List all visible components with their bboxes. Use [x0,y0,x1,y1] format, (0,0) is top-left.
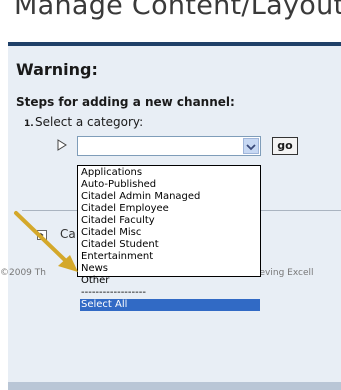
dropdown-option-citadel-student[interactable]: Citadel Student [80,239,260,251]
panel-bottom-edge [8,382,341,390]
footer-copyright: ©2009 Th [0,268,46,278]
chevron-down-icon [246,144,256,151]
screenshot-frame: Manage Content/Layout Warning: Steps for… [0,0,341,390]
expand-icon[interactable] [37,230,47,240]
category-select[interactable] [77,136,261,156]
dropdown-option-entertainment[interactable]: Entertainment [80,251,260,263]
select-dropdown-button[interactable] [243,138,259,154]
footer-tagline: ieving Excell [257,268,314,278]
step-label: Select a category: [35,115,144,129]
expand-arrow-icon [40,232,44,238]
dropdown-option-citadel-misc[interactable]: Citadel Misc [80,227,260,239]
header: Manage Content/Layout [14,0,341,42]
dropdown-option-news[interactable]: News [80,263,260,275]
warning-heading: Warning: [16,60,98,79]
dropdown-option-select-all[interactable]: Select All [80,299,260,311]
category-dropdown-list[interactable]: Applications Auto-Published Citadel Admi… [77,165,261,311]
dropdown-option-separator: ------------------ [81,287,146,298]
page-title: Manage Content/Layout [14,0,341,21]
collapsed-section-label[interactable]: Ca [60,227,76,241]
dropdown-option-citadel-employee[interactable]: Citadel Employee [80,203,260,215]
dropdown-option-auto-published[interactable]: Auto-Published [80,179,260,191]
steps-heading: Steps for adding a new channel: [16,95,235,109]
step-number: 1. [24,119,34,129]
dropdown-option-other[interactable]: Other [80,275,260,287]
go-button[interactable]: go [272,137,298,155]
dropdown-option-applications[interactable]: Applications [80,167,260,179]
dropdown-option-citadel-faculty[interactable]: Citadel Faculty [80,215,260,227]
dropdown-option-citadel-admin-managed[interactable]: Citadel Admin Managed [80,191,260,203]
dropdown-options: Applications Auto-Published Citadel Admi… [78,166,260,311]
play-outline-icon [57,139,67,151]
